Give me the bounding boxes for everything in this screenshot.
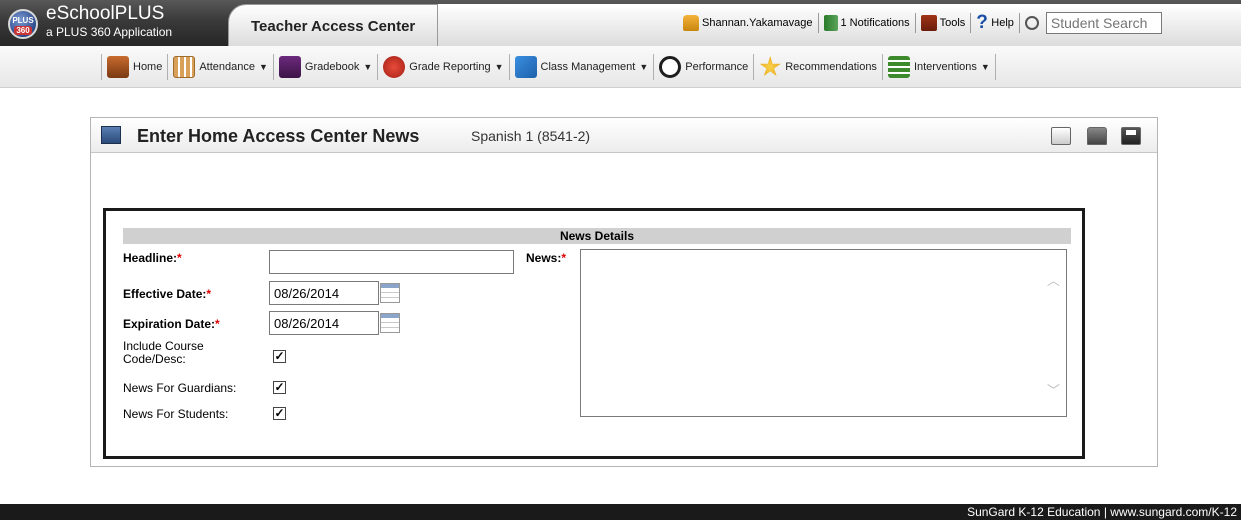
nav-label: Gradebook	[304, 61, 360, 73]
divider	[970, 13, 972, 33]
nav-recommendations[interactable]: Recommendations	[753, 54, 882, 80]
students-label: News For Students:	[123, 407, 229, 421]
search-icon	[1024, 16, 1039, 30]
label-text: News:	[526, 251, 562, 265]
help-icon[interactable]: ?	[976, 13, 988, 32]
nav-grade-reporting[interactable]: Grade Reporting ▼	[377, 54, 508, 80]
nav-class-management[interactable]: Class Management ▼	[508, 54, 654, 80]
guardians-label: News For Guardians:	[123, 381, 237, 395]
label-text: Expiration Date:	[123, 317, 216, 331]
student-search-input[interactable]	[1045, 12, 1162, 34]
gradebook-icon	[278, 56, 301, 78]
main-nav-bar: Home Attendance ▼ Gradebook ▼ Grade Repo…	[0, 46, 1241, 88]
news-details-form: News Details Headline:* Effective Date:*…	[103, 208, 1085, 459]
news-textarea[interactable]: ︿ ﹀	[580, 249, 1067, 417]
lock-icon	[683, 15, 699, 31]
app-subtitle: a PLUS 360 Application	[46, 25, 173, 39]
include-course-label: Include Course Code/Desc:	[123, 339, 204, 366]
interventions-icon	[887, 56, 910, 78]
footer: SunGard K-12 Education | www.sungard.com…	[0, 504, 1241, 520]
tab-title: Teacher Access Center	[251, 18, 416, 35]
calendar-icon[interactable]	[380, 283, 400, 303]
nav-label: Home	[133, 61, 163, 73]
required-marker: *	[177, 251, 182, 265]
chevron-down-icon: ▼	[259, 62, 268, 72]
nav-label: Class Management	[540, 61, 636, 73]
course-label: Spanish 1 (8541-2)	[471, 128, 591, 144]
expiration-date-label: Expiration Date:*	[123, 317, 220, 331]
panel-header: Enter Home Access Center News Spanish 1 …	[91, 118, 1157, 153]
tools-link[interactable]: Tools	[940, 17, 966, 29]
top-header: PLUS 360 eSchoolPLUS a PLUS 360 Applicat…	[0, 0, 1241, 46]
home-icon	[107, 56, 129, 78]
news-page-icon	[101, 126, 121, 144]
notifications-icon[interactable]	[823, 15, 838, 31]
required-marker: *	[215, 317, 220, 331]
effective-date-input[interactable]	[269, 281, 379, 305]
app-name: eSchoolPLUS	[46, 3, 165, 24]
required-marker: *	[206, 287, 212, 301]
nav-interventions[interactable]: Interventions ▼	[881, 54, 996, 80]
label-text: Headline:	[123, 251, 178, 265]
nav-label: Performance	[685, 61, 749, 73]
save-button[interactable]	[1121, 127, 1141, 145]
label-text: Effective Date:	[123, 287, 207, 301]
scroll-down-icon[interactable]: ﹀	[1047, 380, 1060, 399]
chevron-down-icon: ▼	[980, 62, 990, 72]
required-marker: *	[561, 251, 567, 265]
section-title: News Details	[123, 228, 1071, 244]
help-link[interactable]: Help	[991, 17, 1014, 29]
star-icon	[759, 56, 781, 77]
notifications-link[interactable]: 1 Notifications	[841, 17, 910, 29]
nav-label: Grade Reporting	[409, 61, 491, 73]
scroll-up-icon[interactable]: ︿	[1047, 270, 1060, 289]
nav-label: Attendance	[199, 61, 255, 73]
performance-gauge-icon	[659, 56, 682, 78]
calendar-icon[interactable]	[380, 313, 400, 333]
chevron-down-icon: ▼	[363, 62, 373, 72]
chevron-down-icon: ▼	[494, 62, 504, 72]
grade-reporting-icon	[383, 56, 406, 78]
plus-360-logo: PLUS 360	[8, 9, 38, 39]
headline-input[interactable]	[269, 250, 514, 274]
divider	[817, 13, 819, 33]
username-link[interactable]: Shannan.Yakamavage	[702, 17, 813, 29]
toolbox-icon[interactable]	[920, 15, 937, 31]
divider	[1018, 13, 1020, 33]
nav-home[interactable]: Home	[101, 54, 167, 80]
print-button[interactable]	[1087, 127, 1107, 145]
logo-text-bottom: 360	[14, 26, 32, 35]
nav-performance[interactable]: Performance	[653, 54, 753, 80]
headline-label: Headline:*	[123, 251, 182, 265]
nav-attendance[interactable]: Attendance ▼	[167, 54, 273, 80]
nav-menu: Home Attendance ▼ Gradebook ▼ Grade Repo…	[101, 54, 996, 80]
effective-date-label: Effective Date:*	[123, 287, 211, 301]
divider	[914, 13, 916, 33]
chevron-down-icon: ▼	[639, 62, 649, 72]
nav-gradebook[interactable]: Gradebook ▼	[272, 54, 377, 80]
teacher-access-center-tab[interactable]: Teacher Access Center	[228, 4, 438, 46]
nav-label: Recommendations	[785, 61, 877, 73]
guardians-checkbox[interactable]: ✓	[273, 381, 286, 394]
page-title: Enter Home Access Center News	[137, 126, 420, 146]
include-course-checkbox[interactable]: ✓	[273, 350, 286, 363]
user-toolbar: Shannan.Yakamavage 1 Notifications Tools…	[683, 12, 1162, 34]
expiration-date-input[interactable]	[269, 311, 379, 335]
nav-label: Interventions	[913, 61, 977, 73]
class-management-icon	[514, 56, 537, 78]
spell-check-button[interactable]	[1051, 127, 1071, 145]
news-label: News:*	[526, 251, 566, 265]
logo-text-top: PLUS	[12, 16, 34, 25]
attendance-icon	[173, 56, 196, 78]
students-checkbox[interactable]: ✓	[273, 407, 286, 420]
